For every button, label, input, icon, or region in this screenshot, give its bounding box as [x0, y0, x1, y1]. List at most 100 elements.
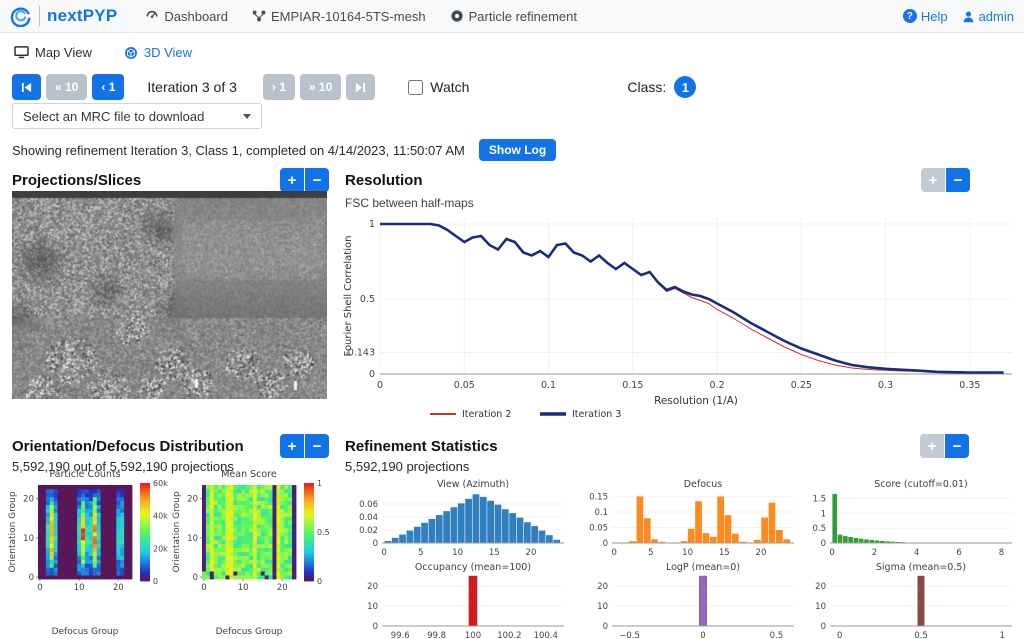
- skip-start-icon: [21, 82, 32, 93]
- svg-text:20: 20: [23, 495, 34, 505]
- orientation-plus-button[interactable]: +: [280, 434, 304, 458]
- projections-plus-button[interactable]: +: [280, 168, 304, 192]
- svg-text:8: 8: [999, 548, 1004, 558]
- svg-text:20: 20: [187, 495, 198, 505]
- svg-text:99.8: 99.8: [427, 631, 446, 639]
- user-menu[interactable]: admin: [962, 9, 1014, 24]
- nav-item-block[interactable]: Particle refinement: [450, 9, 577, 24]
- svg-text:View (Azimuth): View (Azimuth): [437, 479, 509, 490]
- class-1-badge[interactable]: 1: [674, 76, 696, 98]
- class-label: Class:: [627, 79, 666, 95]
- help-icon: ?: [903, 9, 917, 23]
- nav-item-project[interactable]: EMPIAR-10164-5TS-mesh: [252, 9, 426, 24]
- occupancy-histogram[interactable]: Occupancy (mean=100)0102099.699.8100100.…: [348, 561, 570, 639]
- svg-text:10: 10: [23, 534, 34, 544]
- svg-text:0: 0: [369, 369, 375, 380]
- nextpyp-logo-icon: [10, 5, 32, 27]
- orientation-minus-button[interactable]: −: [305, 434, 329, 458]
- svg-text:1.5: 1.5: [812, 494, 826, 504]
- back-1-button[interactable]: ‹ 1: [92, 74, 124, 100]
- orientation-title: Orientation/Defocus Distribution: [12, 438, 244, 455]
- svg-text:0.5: 0.5: [317, 528, 330, 537]
- svg-text:−0.5: −0.5: [619, 631, 640, 639]
- svg-text:0: 0: [700, 631, 705, 639]
- tab-map-label: Map View: [35, 45, 92, 60]
- svg-text:Iteration 2: Iteration 2: [462, 409, 511, 420]
- svg-text:5: 5: [418, 548, 423, 558]
- svg-text:0: 0: [373, 539, 378, 549]
- svg-text:0.04: 0.04: [359, 513, 378, 523]
- fsc-chart[interactable]: 00.050.10.150.20.250.30.3510.50.1430Four…: [340, 212, 1024, 429]
- sigma-histogram[interactable]: Sigma (mean=0.5)0102000.51: [796, 561, 1018, 639]
- svg-text:0: 0: [377, 380, 383, 391]
- forward-10-button[interactable]: » 10: [300, 74, 341, 100]
- stats-minus-button[interactable]: −: [945, 434, 969, 458]
- svg-text:10: 10: [238, 583, 249, 593]
- svg-text:0: 0: [837, 631, 842, 639]
- tab-map-view[interactable]: Map View: [14, 45, 92, 60]
- defocus-histogram[interactable]: Defocus00.050.10.1505101520: [578, 478, 800, 563]
- resolution-minus-button[interactable]: −: [946, 168, 970, 192]
- dashboard-icon: [145, 9, 159, 23]
- view-azimuth-histogram[interactable]: View (Azimuth)00.020.040.0605101520: [348, 478, 570, 563]
- brand[interactable]: nextPYP: [10, 5, 117, 27]
- user-label: admin: [979, 9, 1014, 24]
- nav-item-dashboard[interactable]: Dashboard: [145, 9, 228, 24]
- nav-label: Dashboard: [164, 9, 228, 24]
- stats-plus-button[interactable]: +: [920, 434, 944, 458]
- svg-text:Fourier Shell Correlation: Fourier Shell Correlation: [343, 236, 354, 357]
- projections-zoom-controls: + −: [280, 168, 329, 192]
- svg-text:0: 0: [821, 539, 826, 549]
- resolution-plus-button[interactable]: +: [921, 168, 945, 192]
- projections-minus-button[interactable]: −: [305, 168, 329, 192]
- watch-checkbox[interactable]: [408, 80, 423, 95]
- resolution-title: Resolution: [345, 172, 423, 189]
- user-icon: [962, 10, 975, 23]
- last-iteration-button[interactable]: [346, 74, 375, 100]
- svg-text:0: 0: [381, 548, 386, 558]
- show-log-button[interactable]: Show Log: [479, 139, 556, 161]
- svg-text:Defocus Group: Defocus Group: [52, 627, 119, 637]
- svg-text:0: 0: [29, 573, 34, 583]
- svg-text:0: 0: [193, 573, 198, 583]
- svg-text:0: 0: [201, 583, 206, 593]
- view-tabs: Map View 3D View: [0, 34, 1024, 71]
- mrc-download-select[interactable]: Select an MRC file to download: [12, 103, 262, 129]
- svg-text:0: 0: [611, 548, 616, 558]
- help-label: Help: [921, 9, 948, 24]
- first-iteration-button[interactable]: [12, 74, 41, 100]
- mean-score-heatmap[interactable]: Mean Score0102001020Defocus GroupOrienta…: [172, 468, 334, 639]
- orientation-zoom-controls: + −: [280, 434, 329, 458]
- svg-text:LogP (mean=0): LogP (mean=0): [666, 562, 740, 573]
- svg-text:10: 10: [815, 602, 826, 612]
- projections-title: Projections/Slices: [12, 172, 141, 189]
- svg-text:0.15: 0.15: [622, 380, 643, 391]
- svg-text:20: 20: [277, 583, 288, 593]
- svg-text:40k: 40k: [153, 512, 168, 521]
- tab-3d-view[interactable]: 3D View: [124, 45, 192, 60]
- svg-text:Occupancy (mean=100): Occupancy (mean=100): [415, 562, 531, 573]
- svg-text:10: 10: [367, 602, 378, 612]
- svg-text:Iteration 3: Iteration 3: [572, 409, 621, 420]
- forward-1-button[interactable]: › 1: [263, 74, 295, 100]
- svg-text:0: 0: [829, 548, 834, 558]
- stats-zoom-controls: + −: [920, 434, 969, 458]
- score-histogram[interactable]: Score (cutoff=0.01)00.511.502468: [796, 478, 1018, 563]
- svg-text:0.35: 0.35: [959, 380, 980, 391]
- watch-toggle[interactable]: Watch: [408, 79, 469, 95]
- svg-text:10: 10: [452, 548, 463, 558]
- projection-slices-image[interactable]: [12, 191, 327, 399]
- brand-divider: [39, 6, 40, 26]
- svg-text:Mean Score: Mean Score: [221, 469, 277, 480]
- svg-text:15: 15: [719, 548, 730, 558]
- svg-text:0.25: 0.25: [791, 380, 812, 391]
- svg-text:0.3: 0.3: [878, 380, 893, 391]
- logp-histogram[interactable]: LogP (mean=0)01020−0.500.5: [578, 561, 800, 639]
- svg-text:20: 20: [113, 583, 124, 593]
- svg-text:10: 10: [597, 602, 608, 612]
- particle-counts-heatmap[interactable]: Particle Counts0102001020Defocus GroupOr…: [8, 468, 170, 639]
- help-link[interactable]: ? Help: [903, 9, 948, 24]
- svg-text:0: 0: [373, 622, 378, 632]
- back-10-button[interactable]: « 10: [46, 74, 87, 100]
- mrc-select-placeholder: Select an MRC file to download: [23, 109, 204, 124]
